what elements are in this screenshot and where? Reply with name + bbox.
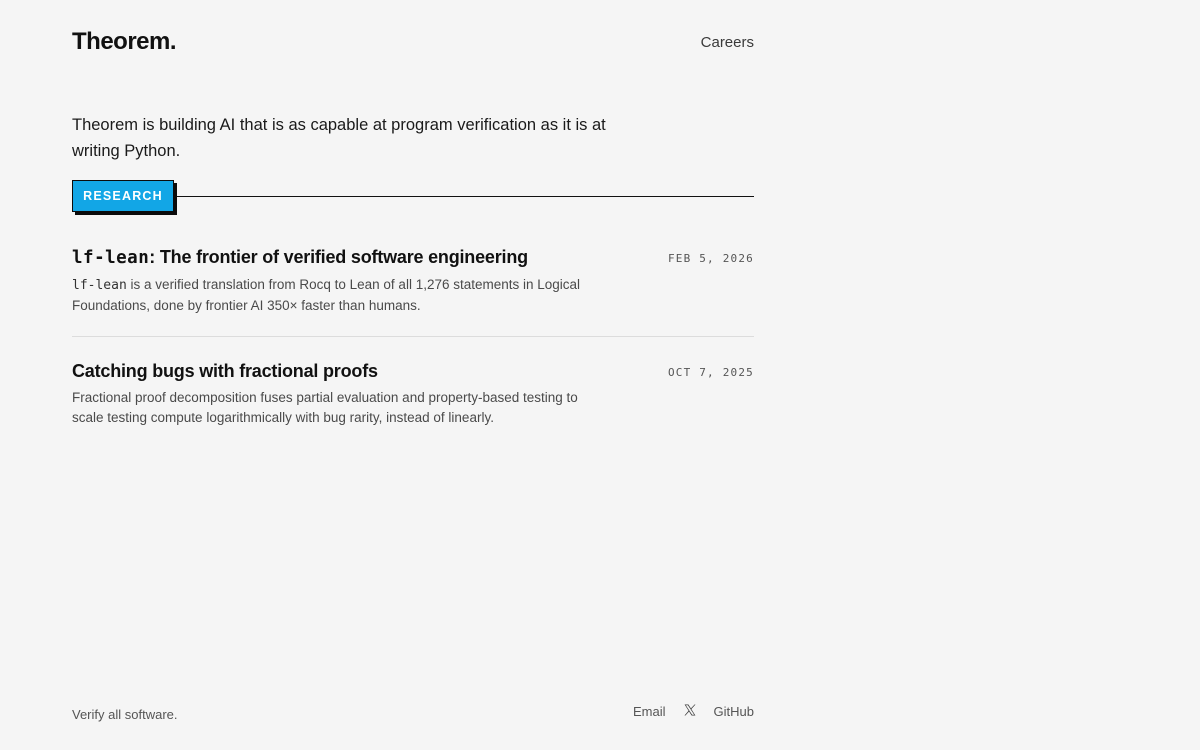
logo-link[interactable]: Theorem.	[72, 28, 177, 56]
post-divider	[72, 336, 754, 337]
email-link[interactable]: Email	[633, 704, 666, 719]
page: Theorem. Careers Theorem is building AI …	[0, 0, 1200, 750]
post-description: lf-lean is a verified translation from R…	[72, 275, 592, 316]
x-link[interactable]	[684, 704, 696, 719]
site-footer: Verify all software. Email GitHub	[72, 704, 754, 726]
post-item[interactable]: lf-lean: The frontier of verified softwa…	[72, 244, 754, 316]
section-header-research: RESEARCH	[72, 180, 754, 216]
post-item[interactable]: Catching bugs with fractional proofs OCT…	[72, 358, 754, 428]
post-title[interactable]: lf-lean: The frontier of verified softwa…	[72, 244, 754, 271]
post-description: Fractional proof decomposition fuses par…	[72, 390, 578, 425]
post-title-code: lf-lean	[72, 248, 150, 268]
nav-careers-link[interactable]: Careers	[701, 34, 754, 51]
intro-text: Theorem is building AI that is as capabl…	[72, 116, 606, 160]
post-date: FEB 5, 2026	[667, 252, 754, 265]
site-header: Theorem. Careers	[72, 28, 754, 58]
section-rule	[172, 196, 754, 197]
post-title[interactable]: Catching bugs with fractional proofs	[72, 358, 754, 384]
footer-tagline: Verify all software.	[72, 707, 178, 722]
post-desc-text: is a verified translation from Rocq to L…	[72, 277, 581, 313]
post-desc-code: lf-lean	[72, 278, 127, 293]
github-link[interactable]: GitHub	[714, 704, 754, 719]
post-title-text: : The frontier of verified software engi…	[149, 247, 528, 267]
section-badge-research: RESEARCH	[72, 180, 174, 212]
post-date: OCT 7, 2025	[667, 366, 754, 379]
footer-links: Email GitHub	[633, 704, 754, 719]
x-icon	[684, 704, 696, 716]
